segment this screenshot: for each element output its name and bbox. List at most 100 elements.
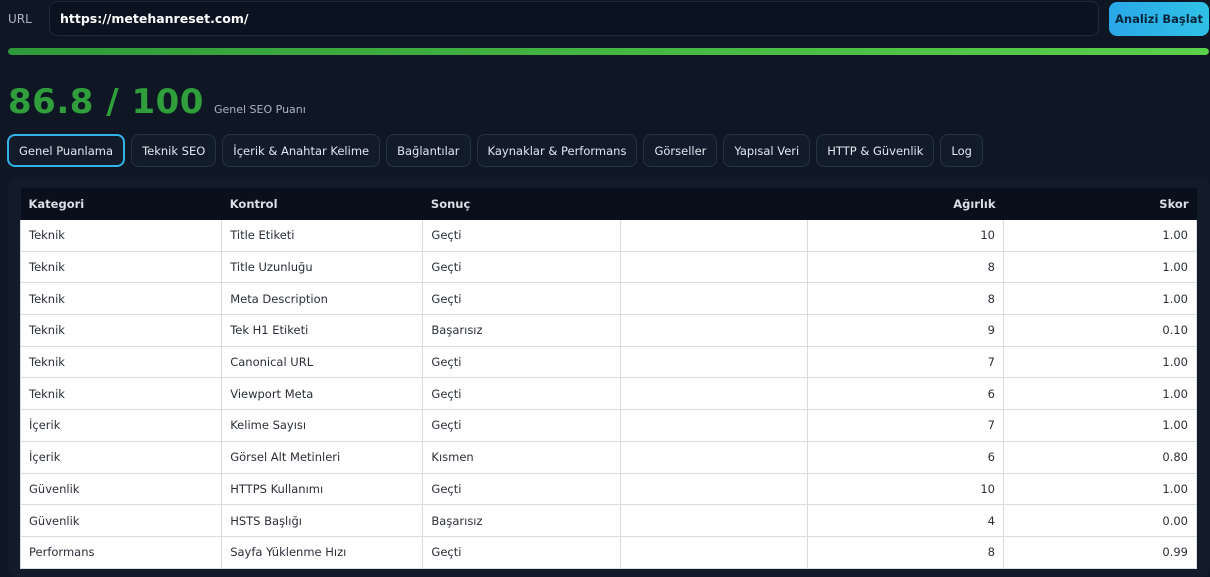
table-row: Teknik Canonical URL Geçti 7 1.00 — [19, 345, 1197, 379]
header-kategori: Kategori — [20, 188, 222, 220]
table-row: İçerik Görsel Alt Metinleri Kısmen 6 0.80 — [19, 440, 1197, 474]
tab-bar: Genel Puanlama Teknik SEO İçerik & Anahtar… — [7, 134, 983, 167]
cell-spacer — [620, 282, 809, 316]
url-label: URL — [8, 12, 32, 26]
cell-spacer — [620, 377, 809, 411]
cell-kontrol: Meta Description — [221, 282, 424, 316]
cell-kategori: Teknik — [19, 282, 223, 316]
cell-kontrol: Görsel Alt Metinleri — [221, 440, 424, 474]
table-header-row: Kategori Kontrol Sonuç Ağırlık Skor — [20, 188, 1197, 220]
cell-sonuc: Geçti — [422, 282, 622, 316]
cell-kontrol: Sayfa Yüklenme Hızı — [221, 535, 424, 569]
tab-3[interactable]: Bağlantılar — [386, 134, 471, 167]
cell-kategori: Teknik — [19, 250, 223, 284]
header-agirlik: Ağırlık — [807, 188, 1004, 220]
cell-agirlik: 8 — [807, 250, 1004, 284]
cell-sonuc: Başarısız — [422, 314, 622, 347]
table-row: Teknik Viewport Meta Geçti 6 1.00 — [19, 377, 1197, 411]
cell-skor: 1.00 — [1003, 220, 1197, 252]
cell-sonuc: Geçti — [422, 220, 622, 252]
cell-kategori: Güvenlik — [19, 504, 223, 537]
cell-sonuc: Geçti — [422, 409, 622, 442]
table-row: Güvenlik HSTS Başlığı Başarısız 4 0.00 — [19, 504, 1197, 537]
cell-spacer — [620, 504, 809, 537]
cell-sonuc: Geçti — [422, 250, 622, 284]
cell-spacer — [620, 220, 809, 252]
table-row: Teknik Title Uzunluğu Geçti 8 1.00 — [19, 250, 1197, 284]
cell-skor: 0.80 — [1003, 440, 1197, 474]
cell-agirlik: 6 — [807, 377, 1004, 411]
cell-sonuc: Başarısız — [422, 504, 622, 537]
progress-fill — [8, 48, 1209, 55]
cell-spacer — [620, 250, 809, 284]
cell-agirlik: 10 — [807, 472, 1004, 506]
cell-kontrol: Title Etiketi — [221, 220, 424, 252]
cell-skor: 1.00 — [1003, 472, 1197, 506]
cell-sonuc: Kısmen — [422, 440, 622, 474]
cell-sonuc: Geçti — [422, 472, 622, 506]
cell-agirlik: 7 — [807, 345, 1004, 379]
cell-sonuc: Geçti — [422, 377, 622, 411]
tab-5[interactable]: Görseller — [643, 134, 718, 167]
cell-skor: 0.99 — [1003, 535, 1197, 569]
cell-kategori: Teknik — [19, 345, 223, 379]
cell-skor: 1.00 — [1003, 409, 1197, 442]
table-row: Performans Sayfa Yüklenme Hızı Geçti 8 0.99 — [19, 535, 1197, 569]
cell-skor: 1.00 — [1003, 377, 1197, 411]
table-row: Teknik Title Etiketi Geçti 10 1.00 — [19, 220, 1197, 252]
cell-kontrol: Title Uzunluğu — [221, 250, 424, 284]
cell-agirlik: 7 — [807, 409, 1004, 442]
cell-spacer — [620, 345, 809, 379]
tab-4[interactable]: Kaynaklar & Performans — [476, 134, 638, 167]
tab-8[interactable]: Log — [940, 134, 983, 167]
cell-kontrol: HSTS Başlığı — [221, 504, 424, 537]
results-table: Kategori Kontrol Sonuç Ağırlık Skor Tekn… — [19, 188, 1197, 569]
table-row: Teknik Tek H1 Etiketi Başarısız 9 0.10 — [19, 314, 1197, 347]
cell-skor: 0.10 — [1003, 314, 1197, 347]
seo-score-value: 86.8 / 100 — [8, 82, 204, 122]
cell-kategori: Güvenlik — [19, 472, 223, 506]
url-input[interactable] — [49, 1, 1099, 36]
score-section: 86.8 / 100 Genel SEO Puanı — [8, 82, 306, 122]
cell-agirlik: 8 — [807, 535, 1004, 569]
progress-bar — [8, 48, 1209, 55]
cell-kontrol: Kelime Sayısı — [221, 409, 424, 442]
cell-sonuc: Geçti — [422, 345, 622, 379]
table-row: Güvenlik HTTPS Kullanımı Geçti 10 1.00 — [19, 472, 1197, 506]
cell-kategori: Teknik — [19, 377, 223, 411]
cell-skor: 1.00 — [1003, 345, 1197, 379]
cell-kategori: İçerik — [19, 440, 223, 474]
cell-kategori: İçerik — [19, 409, 223, 442]
cell-kontrol: Canonical URL — [221, 345, 424, 379]
cell-skor: 1.00 — [1003, 250, 1197, 284]
cell-agirlik: 9 — [807, 314, 1004, 347]
table-row: İçerik Kelime Sayısı Geçti 7 1.00 — [19, 409, 1197, 442]
header-kontrol: Kontrol — [221, 188, 423, 220]
cell-spacer — [620, 440, 809, 474]
tab-1[interactable]: Teknik SEO — [131, 134, 217, 167]
cell-spacer — [620, 409, 809, 442]
tab-7[interactable]: HTTP & Güvenlik — [816, 134, 935, 167]
cell-spacer — [620, 314, 809, 347]
cell-agirlik: 6 — [807, 440, 1004, 474]
seo-score-label: Genel SEO Puanı — [213, 103, 306, 116]
start-analysis-button[interactable]: Analizi Başlat — [1109, 2, 1209, 36]
cell-sonuc: Geçti — [422, 535, 622, 569]
cell-kategori: Teknik — [19, 220, 223, 252]
cell-agirlik: 10 — [807, 220, 1004, 252]
header-skor: Skor — [1003, 188, 1197, 220]
header-sonuc: Sonuç — [422, 188, 621, 220]
cell-spacer — [620, 535, 809, 569]
cell-agirlik: 4 — [807, 504, 1004, 537]
cell-agirlik: 8 — [807, 282, 1004, 316]
tab-2[interactable]: İçerik & Anahtar Kelime — [222, 134, 381, 167]
top-bar: URL Analizi Başlat — [0, 0, 1210, 40]
cell-kontrol: Viewport Meta — [221, 377, 424, 411]
cell-kontrol: Tek H1 Etiketi — [221, 314, 424, 347]
cell-spacer — [620, 472, 809, 506]
tab-6[interactable]: Yapısal Veri — [723, 134, 811, 167]
header-spacer — [620, 188, 808, 220]
tab-0[interactable]: Genel Puanlama — [7, 134, 126, 167]
cell-skor: 1.00 — [1003, 282, 1197, 316]
table-row: Teknik Meta Description Geçti 8 1.00 — [19, 282, 1197, 316]
